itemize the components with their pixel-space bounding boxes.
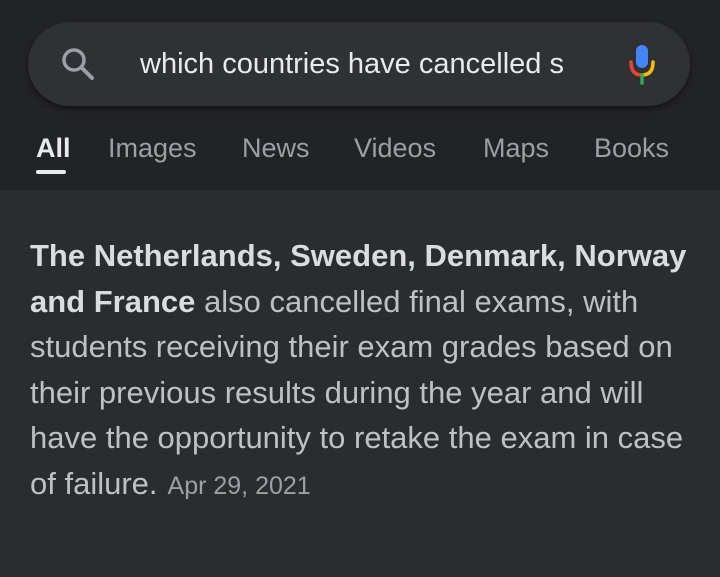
search-results-page: which countries have cancelled s All Ima…	[0, 0, 720, 577]
search-input[interactable]: which countries have cancelled s	[140, 44, 615, 84]
search-tabs: All Images News Videos Maps Books	[0, 128, 720, 178]
search-icon[interactable]	[60, 46, 96, 82]
tab-maps[interactable]: Maps	[483, 128, 549, 168]
tab-news[interactable]: News	[242, 128, 310, 168]
search-header: which countries have cancelled s All Ima…	[0, 0, 720, 190]
tab-all[interactable]: All	[36, 128, 71, 168]
tab-images[interactable]: Images	[108, 128, 197, 168]
featured-snippet: The Netherlands, Sweden, Denmark, Norway…	[30, 233, 700, 509]
tab-books[interactable]: Books	[594, 128, 669, 168]
tab-videos[interactable]: Videos	[354, 128, 436, 168]
mic-icon[interactable]	[626, 42, 658, 86]
search-bar[interactable]: which countries have cancelled s	[28, 22, 690, 106]
active-tab-indicator	[36, 170, 66, 174]
snippet-date: Apr 29, 2021	[167, 471, 311, 500]
